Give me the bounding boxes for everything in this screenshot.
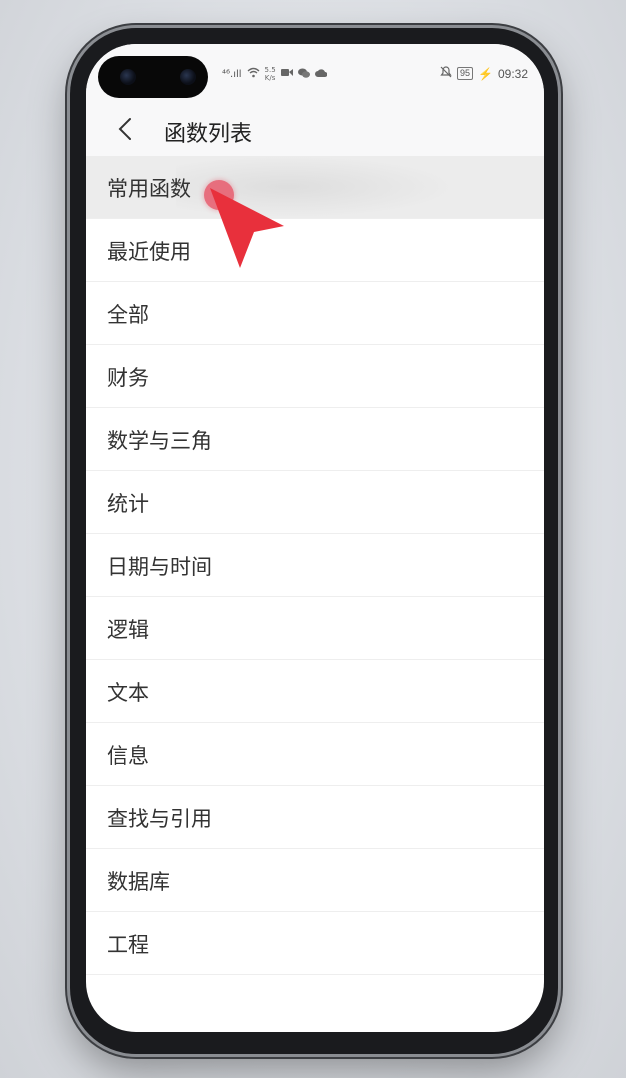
- category-label: 逻辑: [107, 618, 149, 642]
- power-button: [558, 378, 562, 438]
- charging-icon: ⚡: [478, 66, 493, 81]
- category-label: 日期与时间: [107, 555, 212, 579]
- category-label: 常用函数: [107, 177, 191, 201]
- wifi-icon: [247, 67, 260, 81]
- category-item[interactable]: 逻辑: [86, 597, 544, 660]
- category-item[interactable]: 信息: [86, 723, 544, 786]
- network-speed-value: 5.5: [264, 66, 276, 74]
- category-label: 数学与三角: [107, 429, 212, 453]
- category-label: 统计: [107, 492, 149, 516]
- signal-icon: ⁴⁶.ıll: [222, 68, 242, 80]
- category-label: 信息: [107, 744, 149, 768]
- network-speed: 5.5 K/s: [265, 66, 276, 82]
- front-camera-lens: [180, 69, 196, 85]
- category-item[interactable]: 工程: [86, 912, 544, 975]
- front-camera-lens: [120, 69, 136, 85]
- battery-icon: 95: [457, 67, 474, 80]
- camera-cutout: [98, 56, 208, 98]
- category-item[interactable]: 文本: [86, 660, 544, 723]
- status-left: ⁴⁶.ıll 5.5 K/s: [222, 66, 328, 82]
- category-item[interactable]: 统计: [86, 471, 544, 534]
- category-label: 工程: [107, 933, 149, 957]
- back-button[interactable]: [110, 114, 140, 144]
- chevron-left-icon: [118, 118, 131, 140]
- status-right: 95 ⚡ 09:32: [440, 66, 528, 81]
- cloud-icon: [314, 68, 328, 80]
- category-label: 数据库: [107, 870, 170, 894]
- app-header: 函数列表: [86, 104, 544, 156]
- category-item[interactable]: 日期与时间: [86, 534, 544, 597]
- category-item[interactable]: 财务: [86, 345, 544, 408]
- page-title: 函数列表: [164, 122, 253, 147]
- category-item[interactable]: 数学与三角: [86, 408, 544, 471]
- network-speed-unit: K/s: [264, 74, 276, 82]
- clock: 09:32: [497, 66, 528, 81]
- category-label: 查找与引用: [107, 807, 212, 831]
- category-item[interactable]: 常用函数: [86, 156, 544, 219]
- category-label: 财务: [107, 366, 149, 390]
- category-item[interactable]: 最近使用: [86, 219, 544, 282]
- wechat-icon: [297, 68, 310, 81]
- function-category-list: 常用函数 最近使用 全部 财务 数学与三角 统计 日期与时间 逻辑 文本 信息 …: [86, 156, 544, 975]
- mute-icon: [440, 66, 452, 81]
- video-icon: [280, 68, 293, 80]
- category-item[interactable]: 查找与引用: [86, 786, 544, 849]
- volume-button: [558, 210, 562, 335]
- category-label: 最近使用: [107, 240, 191, 264]
- category-label: 文本: [107, 681, 149, 705]
- category-label: 全部: [107, 303, 149, 327]
- pointer-arrow-icon: [210, 188, 284, 268]
- phone-screen: ⁴⁶.ıll 5.5 K/s 95 ⚡ 09:32 函数列表 常用函数 最近使用…: [86, 44, 544, 1032]
- category-item[interactable]: 数据库: [86, 849, 544, 912]
- category-item[interactable]: 全部: [86, 282, 544, 345]
- status-bar: ⁴⁶.ıll 5.5 K/s 95 ⚡ 09:32: [86, 44, 544, 104]
